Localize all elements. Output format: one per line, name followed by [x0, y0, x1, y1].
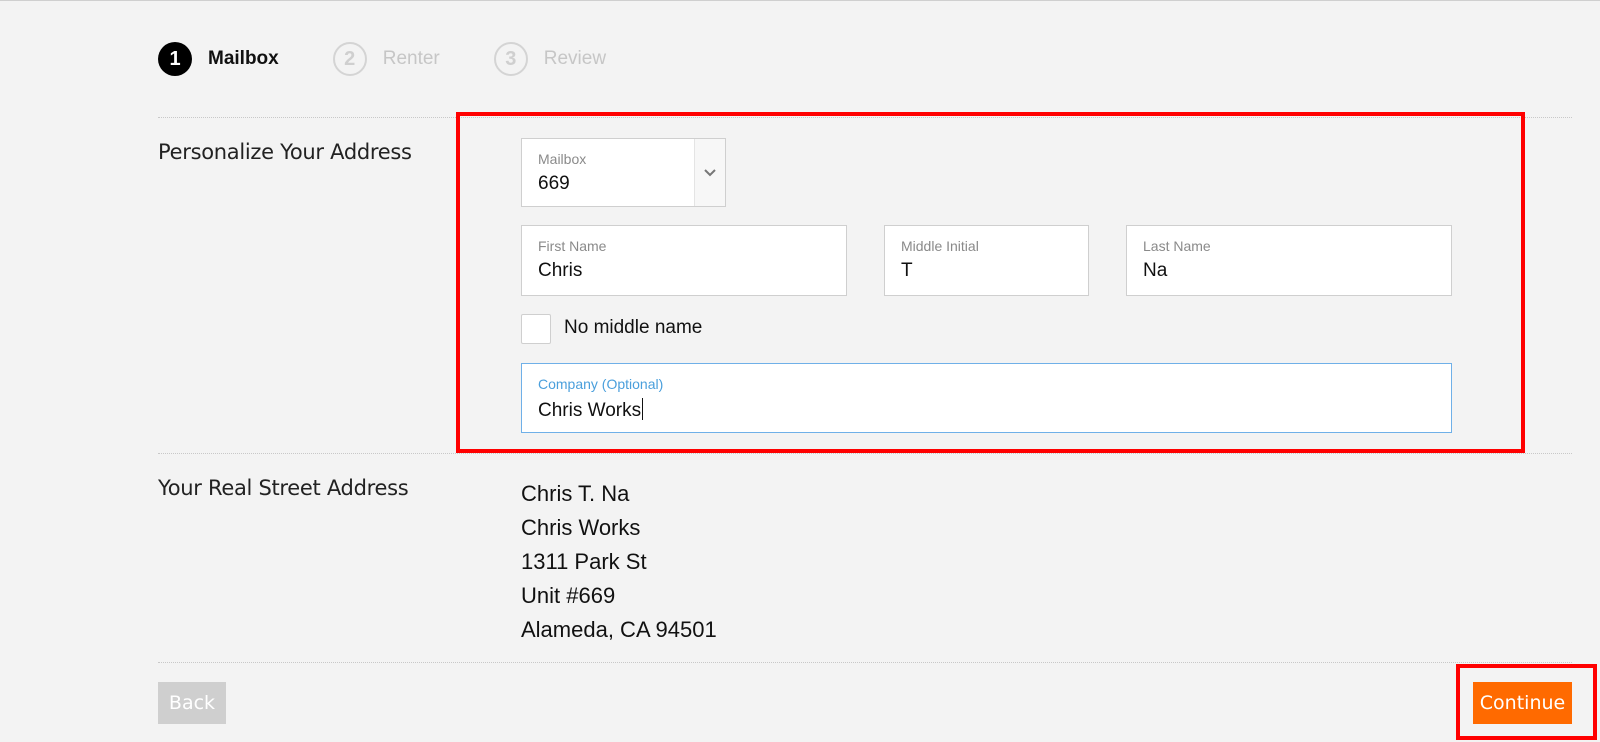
address-line: Chris T. Na	[521, 481, 630, 506]
divider	[158, 662, 1572, 663]
step-mailbox: 1 Mailbox	[158, 42, 279, 76]
divider	[158, 453, 1572, 454]
stepper: 1 Mailbox 2 Renter 3 Review	[158, 40, 660, 78]
page: 1 Mailbox 2 Renter 3 Review Personalize …	[0, 0, 1600, 742]
step-number-badge: 2	[332, 42, 367, 76]
annotation-highlight-form	[456, 112, 1525, 453]
step-review: 3 Review	[493, 42, 607, 76]
address-line: 1311 Park St	[521, 549, 647, 574]
address-line: Chris Works	[521, 515, 641, 540]
step-label: Mailbox	[208, 48, 279, 69]
step-label: Renter	[382, 48, 440, 69]
annotation-highlight-continue	[1456, 664, 1597, 740]
address-block: Chris T. Na Chris Works 1311 Park St Uni…	[521, 477, 717, 647]
step-number-badge: 3	[493, 42, 528, 76]
top-border	[0, 0, 1600, 1]
step-renter: 2 Renter	[332, 42, 440, 76]
section-title-personalize: Personalize Your Address	[158, 140, 412, 164]
step-label: Review	[543, 48, 607, 69]
address-line: Alameda, CA 94501	[521, 617, 717, 642]
section-title-real-address: Your Real Street Address	[158, 476, 409, 500]
back-button[interactable]: Back	[158, 682, 226, 724]
step-number-badge: 1	[158, 42, 192, 76]
address-line: Unit #669	[521, 583, 616, 608]
